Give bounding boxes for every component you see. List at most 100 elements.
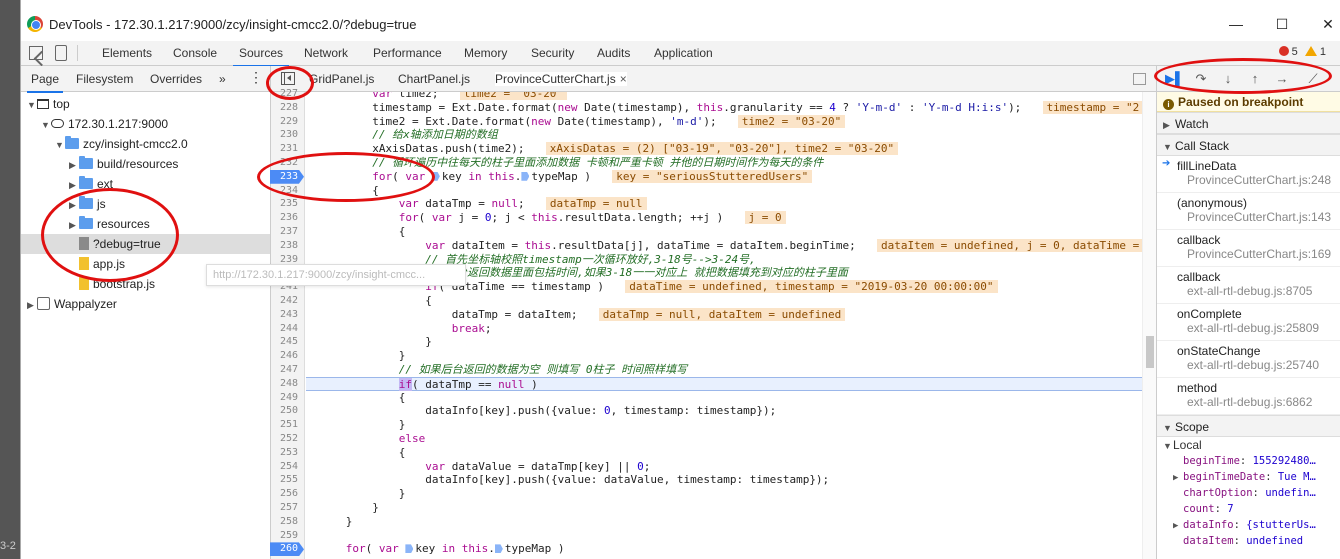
line-number[interactable]: 251 <box>268 418 298 432</box>
tab-network[interactable]: Network <box>304 46 348 60</box>
watch-section-header[interactable]: ▶ Watch <box>1157 112 1340 134</box>
tab-provincecutterchart[interactable]: ProvinceCutterChart.js × <box>495 72 627 86</box>
line-number[interactable]: 258 <box>268 515 298 529</box>
line-number[interactable]: 249 <box>268 391 298 405</box>
line-number[interactable]: 254 <box>268 460 298 474</box>
execution-line[interactable]: if( dataTmp == null ) <box>306 376 1156 391</box>
scope-variable[interactable]: chartOption: undefin… <box>1157 485 1340 501</box>
tab-page[interactable]: Page <box>26 72 64 93</box>
breakpoint-line-number[interactable]: 260 <box>270 542 304 557</box>
tree-item[interactable]: ▶ Wappalyzer <box>27 294 117 314</box>
tab-gridpanel[interactable]: GridPanel.js <box>309 72 374 86</box>
code-line[interactable]: } <box>306 349 1156 363</box>
expand-icon[interactable]: ▶ <box>1173 470 1183 486</box>
maximize-button[interactable]: ☐ <box>1272 14 1292 34</box>
scope-variable[interactable]: dataItem: undefined <box>1157 533 1340 549</box>
line-number[interactable]: 250 <box>268 404 298 418</box>
code-line[interactable]: { <box>306 391 1156 405</box>
line-number[interactable]: 231 <box>268 142 298 156</box>
line-number[interactable]: 230 <box>268 128 298 142</box>
line-number[interactable]: 237 <box>268 225 298 239</box>
code-line[interactable]: xAxisDatas.push(time2); xAxisDatas = (2)… <box>306 142 1156 156</box>
more-tabs-icon[interactable]: » <box>219 72 226 86</box>
code-line[interactable]: for( var j = 0; j < this.resultData.leng… <box>306 211 1156 225</box>
code-line[interactable]: dataTmp = dataItem; dataTmp = null, data… <box>306 307 1156 322</box>
tab-overrides[interactable]: Overrides <box>150 72 202 86</box>
code-line[interactable]: { <box>306 225 1156 239</box>
code-line[interactable]: } <box>306 501 1156 515</box>
scope-variable[interactable]: beginTime: 155292480… <box>1157 453 1340 469</box>
code-line[interactable]: } <box>306 418 1156 432</box>
line-number[interactable]: 245 <box>268 335 298 349</box>
close-window-button[interactable]: ✕ <box>1318 14 1338 34</box>
code-line[interactable]: // 如果后台返回的数据为空 则填写 0柱子 时间照样填写 <box>306 363 1156 377</box>
tab-sources[interactable]: Sources <box>232 46 290 67</box>
tab-memory[interactable]: Memory <box>464 46 507 60</box>
code-line[interactable]: { <box>306 184 1156 198</box>
tab-audits[interactable]: Audits <box>597 46 630 60</box>
scrollbar-thumb[interactable] <box>1146 336 1154 368</box>
expand-icon[interactable]: ▶ <box>1173 518 1183 534</box>
tab-elements[interactable]: Elements <box>102 46 152 60</box>
call-frame[interactable]: callback ProvinceCutterChart.js:169 <box>1157 230 1340 267</box>
call-frame[interactable]: onComplete ext-all-rtl-debug.js:25809 <box>1157 304 1340 341</box>
code-line[interactable]: for( var key in this. typeMap ) <box>306 542 1156 556</box>
tree-item[interactable]: ▼ top <box>27 94 70 114</box>
tab-performance[interactable]: Performance <box>373 46 442 60</box>
code-line[interactable]: dataInfo[key].push({value: 0, timestamp:… <box>306 404 1156 418</box>
collapse-icon[interactable]: ▼ <box>27 95 37 115</box>
line-number[interactable]: 255 <box>268 473 298 487</box>
code-line[interactable]: var dataTmp = null; dataTmp = null <box>306 197 1156 211</box>
tree-item[interactable]: ▼ zcy/insight-cmcc2.0 <box>55 134 188 154</box>
tab-chartpanel[interactable]: ChartPanel.js <box>398 72 470 86</box>
code-line[interactable]: } <box>306 487 1156 501</box>
call-frame[interactable]: onStateChange ext-all-rtl-debug.js:25740 <box>1157 341 1340 378</box>
tab-application[interactable]: Application <box>654 46 713 60</box>
device-toolbar-icon[interactable] <box>55 45 67 61</box>
line-number[interactable]: 246 <box>268 349 298 363</box>
scope-variable[interactable]: ▶ beginTimeDate: Tue M… <box>1157 469 1340 485</box>
code-line[interactable] <box>306 529 1156 543</box>
code-line[interactable]: { <box>306 446 1156 460</box>
collapse-icon[interactable]: ▼ <box>55 135 65 155</box>
minimize-button[interactable]: — <box>1226 14 1246 34</box>
local-scope-header[interactable]: ▼Local <box>1157 437 1340 453</box>
code-line[interactable]: dataInfo[key].push({value: dataValue, ti… <box>306 473 1156 487</box>
code-area[interactable]: var time2; time2 = "03-20" timestamp = E… <box>306 92 1156 559</box>
expand-icon[interactable]: ▶ <box>27 295 37 315</box>
tab-console[interactable]: Console <box>173 46 217 60</box>
code-line[interactable]: { <box>306 294 1156 308</box>
code-line[interactable]: } <box>306 335 1156 349</box>
code-line[interactable]: var dataItem = this.resultData[j], dataT… <box>306 238 1156 253</box>
scope-variable[interactable]: ▶ dataInfo: {stutterUs… <box>1157 517 1340 533</box>
inspect-element-icon[interactable] <box>29 46 43 60</box>
error-counter[interactable]: 5 1 <box>1278 46 1326 58</box>
line-number[interactable]: 244 <box>268 322 298 336</box>
line-number[interactable]: 243 <box>268 308 298 322</box>
navigator-menu-icon[interactable]: ⋮ <box>249 69 263 86</box>
collapse-icon[interactable]: ▼ <box>41 115 51 135</box>
code-line[interactable]: time2 = Ext.Date.format(new Date(timesta… <box>306 114 1156 129</box>
code-line[interactable]: break; <box>306 322 1156 336</box>
close-tab-icon[interactable]: × <box>620 72 627 86</box>
tab-filesystem[interactable]: Filesystem <box>76 72 133 86</box>
line-number[interactable]: 242 <box>268 294 298 308</box>
callstack-section-header[interactable]: ▼ Call Stack <box>1157 134 1340 156</box>
code-line[interactable]: } <box>306 515 1156 529</box>
line-number[interactable]: 259 <box>268 529 298 543</box>
line-number[interactable]: 253 <box>268 446 298 460</box>
expand-icon[interactable]: ▶ <box>69 155 79 175</box>
call-frame[interactable]: fillLineDataProvinceCutterChart.js:248 <box>1157 156 1340 193</box>
call-frame[interactable]: method ext-all-rtl-debug.js:6862 <box>1157 378 1340 415</box>
line-number[interactable]: 235 <box>268 197 298 211</box>
call-frame[interactable]: (anonymous) ProvinceCutterChart.js:143 <box>1157 193 1340 230</box>
scope-variable[interactable]: count: 7 <box>1157 501 1340 517</box>
code-line[interactable]: var time2; time2 = "03-20" <box>306 92 1156 101</box>
code-line[interactable]: else <box>306 432 1156 446</box>
line-number[interactable]: 257 <box>268 501 298 515</box>
call-frame[interactable]: callback ext-all-rtl-debug.js:8705 <box>1157 267 1340 304</box>
line-number[interactable]: 256 <box>268 487 298 501</box>
line-number[interactable]: 229 <box>268 115 298 129</box>
code-line[interactable]: // 循环遍历中往每天的柱子里面添加数据 卡顿和严重卡顿 并他的日期时间作为每天… <box>306 156 1156 170</box>
code-line[interactable]: // 给x轴添加日期的数组 <box>306 128 1156 142</box>
